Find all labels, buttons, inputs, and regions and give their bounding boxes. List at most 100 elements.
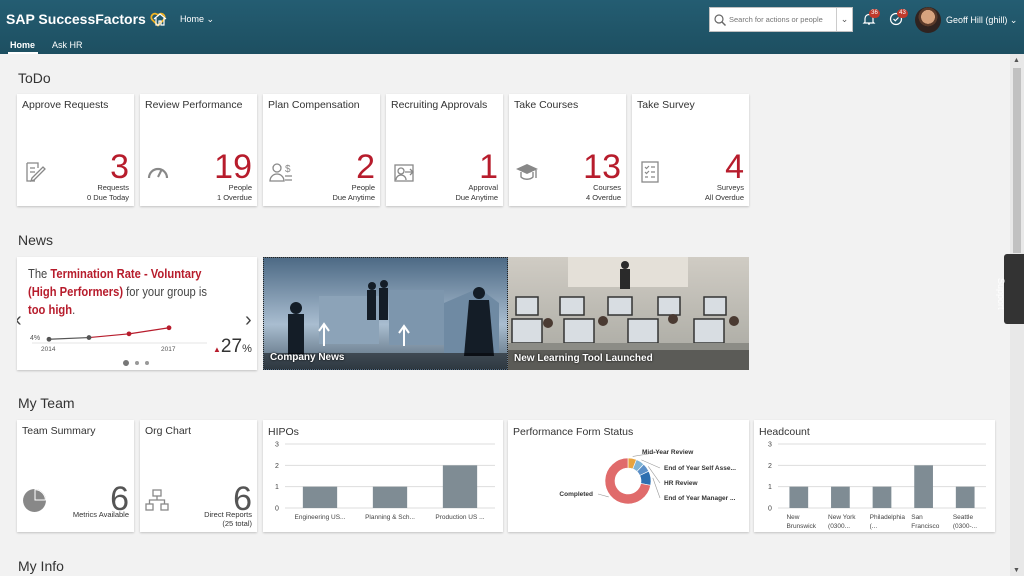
bar[interactable]: [789, 486, 809, 508]
trend-value-unit: %: [242, 343, 252, 355]
tile-org-chart[interactable]: Org Chart 6 Direct Reports (25 total): [140, 420, 257, 532]
x-tick-label: New York: [828, 514, 856, 521]
bar[interactable]: [955, 486, 975, 508]
todo-count: 2: [356, 148, 375, 186]
bar[interactable]: [442, 465, 478, 508]
user-menu[interactable]: Geoff Hill (ghill) ⌄: [946, 15, 1017, 26]
carousel-prev-icon[interactable]: ‹: [17, 309, 22, 332]
tile-hipos[interactable]: HIPOs 0 1 2 3 Engineering US... Planning & Sc…: [263, 420, 503, 532]
avatar[interactable]: [915, 7, 941, 33]
bar[interactable]: [831, 486, 850, 508]
x-tick-label: (0300-...: [953, 523, 977, 530]
trend-value: ▲27%: [213, 336, 252, 358]
bar[interactable]: [372, 486, 408, 508]
leader-line: [652, 477, 661, 499]
tile-headcount[interactable]: Headcount 0 1 2 3 New Brunswick New York (0300.…: [754, 420, 995, 532]
subnav-home[interactable]: Home: [10, 40, 35, 50]
todo-card-take-survey[interactable]: Take Survey 4 Surveys All Overdue: [632, 94, 749, 206]
trend-x-end: 2017: [161, 346, 176, 353]
tile-title: Recruiting Approvals: [391, 99, 488, 111]
tile-team-summary[interactable]: Team Summary 6 Metrics Available: [17, 420, 134, 532]
subnav-active-underline: [8, 52, 38, 54]
carousel-dot[interactable]: [135, 361, 139, 365]
svg-text:$: $: [285, 164, 291, 175]
todo-due: 4 Overdue: [585, 193, 621, 202]
todo-due: Due Anytime: [455, 193, 498, 202]
bar[interactable]: [914, 465, 933, 508]
y-tick-label: 3: [275, 442, 279, 449]
section-title-my-info: My Info: [18, 558, 64, 574]
trend-point[interactable]: [126, 331, 132, 337]
scroll-thumb[interactable]: [1013, 68, 1021, 253]
pie-chart-icon: [23, 489, 46, 512]
todo-count: 4: [725, 148, 744, 186]
trend-point[interactable]: [166, 325, 172, 331]
checklist-icon: [641, 161, 659, 183]
tile-title: Team Summary: [22, 425, 96, 437]
section-title-news: News: [18, 232, 54, 248]
tile-performance-form-status[interactable]: Performance Form Status Mid-Year Review E…: [508, 420, 749, 532]
news-tile-learning-tool[interactable]: New Learning Tool Launched: [508, 257, 749, 370]
bar[interactable]: [302, 486, 338, 508]
org-chart-line2: (25 total): [222, 519, 252, 528]
todo-card-recruiting-approvals[interactable]: Recruiting Approvals 1 Approval Due Anyt…: [386, 94, 503, 206]
slice-label: End of Year Manager ...: [664, 495, 736, 502]
bar[interactable]: [872, 486, 892, 508]
tile-title: Take Survey: [637, 99, 695, 111]
todo-card-take-courses[interactable]: Take Courses 13 Courses 4 Overdue: [509, 94, 626, 206]
todo-card-review-performance[interactable]: Review Performance 19 People 1 Overdue: [140, 94, 257, 206]
todo-due: 0 Due Today: [87, 193, 129, 202]
notifications-badge: 36: [869, 9, 880, 18]
trend-segment: [128, 327, 170, 335]
tasks-badge: 43: [897, 9, 908, 18]
carousel-dot-active[interactable]: [123, 360, 129, 366]
trend-point[interactable]: [86, 335, 92, 340]
headcount-bar-chart: 0 1 2 3 New Brunswick New York (0300... Philadel…: [768, 442, 986, 530]
slice-label: Completed: [559, 491, 593, 498]
carousel-dot[interactable]: [145, 361, 149, 365]
todo-unit: Courses: [593, 183, 621, 192]
search-scope-dropdown[interactable]: ⌄: [836, 8, 852, 31]
trend-point[interactable]: [46, 336, 52, 342]
slice-label: HR Review: [664, 480, 699, 487]
x-tick-label: Seattle: [953, 514, 974, 521]
performance-donut-chart: Mid-Year Review End of Year Self Asse... H…: [559, 449, 736, 505]
todo-card-plan-compensation[interactable]: Plan Compensation $ 2 People Due Anytime: [263, 94, 380, 206]
x-tick-label: Francisco: [911, 523, 940, 530]
home-menu[interactable]: Home ⌄: [180, 14, 214, 25]
todo-count: 19: [214, 148, 252, 186]
todo-due: Due Anytime: [332, 193, 375, 202]
todo-due: 1 Overdue: [216, 193, 252, 202]
hipos-bar-chart: 0 1 2 3 Engineering US... Planning & Sch... Pr…: [275, 442, 495, 521]
brand-logo[interactable]: SAP SuccessFactors: [6, 11, 166, 27]
search-icon: [714, 13, 726, 26]
todo-unit: People: [351, 183, 375, 192]
search-input[interactable]: [729, 15, 841, 24]
top-bar: SAP SuccessFactors Home ⌄ Home Ask HR ⌄ …: [0, 0, 1024, 54]
chevron-down-icon: ⌄: [206, 14, 215, 24]
chevron-down-icon: ⌄: [1009, 15, 1018, 25]
x-tick-label: Engineering US...: [295, 514, 346, 521]
news-caption: New Learning Tool Launched: [514, 353, 653, 364]
todo-unit: Surveys: [716, 183, 744, 192]
news-tile-company-news[interactable]: Company News: [263, 257, 508, 370]
scroll-up-icon[interactable]: ▲: [1013, 57, 1020, 64]
todo-unit: Requests: [97, 183, 129, 192]
x-tick-label: Planning & Sch...: [365, 514, 415, 521]
tile-title: Take Courses: [514, 99, 579, 111]
subnav-ask-hr[interactable]: Ask HR: [52, 40, 83, 50]
leader-line: [597, 493, 609, 498]
carousel-next-icon[interactable]: ›: [245, 309, 252, 332]
person-arrow-icon: [394, 164, 414, 182]
x-tick-label: Brunswick: [786, 523, 816, 530]
support-tab[interactable]: Support: [996, 254, 1024, 324]
scroll-down-icon[interactable]: ▼: [1013, 567, 1020, 574]
trend-segment: [48, 336, 90, 340]
todo-count: 1: [479, 148, 498, 186]
x-tick-label: San: [911, 514, 923, 521]
carousel-dots: [123, 360, 149, 366]
todo-card-approve-requests[interactable]: Approve Requests 3 Requests 0 Due Today: [17, 94, 134, 206]
x-tick-label: (0300...: [828, 523, 850, 530]
home-icon[interactable]: [152, 12, 168, 26]
news-tile-termination-rate[interactable]: The Termination Rate - Voluntary (High P…: [17, 257, 257, 370]
